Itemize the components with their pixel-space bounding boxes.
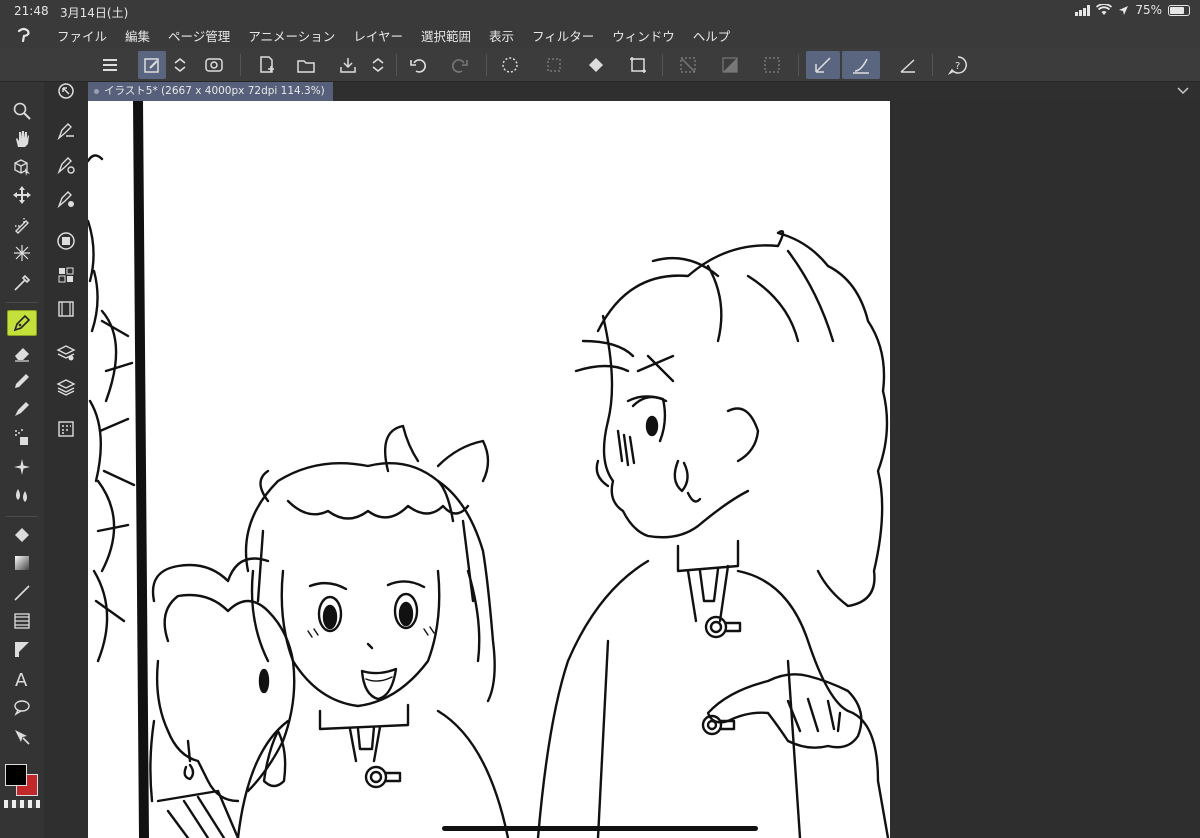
pen-tool-icon[interactable] [7,310,37,336]
status-indicators: 75% [1075,3,1190,17]
tone-area-icon[interactable] [716,51,744,79]
color-set-icon[interactable] [51,262,81,288]
fill-icon[interactable] [582,51,610,79]
home-indicator[interactable] [442,826,758,831]
svg-text:?: ? [955,61,960,72]
hand-tool-icon[interactable] [7,126,37,152]
clear-selection-icon[interactable] [496,51,524,79]
hide-outside-icon[interactable] [674,51,702,79]
menu-animation[interactable]: アニメーション [239,26,344,45]
undo-icon[interactable] [404,51,432,79]
fill-tool-icon[interactable] [7,522,37,548]
blend-tool-icon[interactable] [7,482,37,508]
simple-mode-icon[interactable] [138,51,166,79]
zoom-tool-icon[interactable] [7,98,37,124]
balloon-tool-icon[interactable] [7,694,37,720]
material-icon[interactable] [51,416,81,442]
menu-selection[interactable]: 選択範囲 [412,26,480,45]
transform-icon[interactable] [624,51,652,79]
new-canvas-icon[interactable] [252,51,280,79]
main-menu-icon[interactable] [96,51,124,79]
wifi-icon [1096,4,1113,15]
tool-property-icon[interactable] [51,152,81,178]
document-tab-bar: イラスト5* (2667 x 4000px 72dpi 114.3%) [88,82,1200,101]
tool-panel: A [0,82,44,838]
layer-property-icon[interactable] [51,340,81,366]
snap-to-special-ruler-icon[interactable] [842,51,880,79]
timeline-icon[interactable] [51,296,81,322]
menu-file[interactable]: ファイル [48,26,116,45]
selection-launcher-icon[interactable] [758,51,786,79]
chevron-down-icon[interactable] [1176,85,1190,97]
menu-window[interactable]: ウィンドウ [603,26,684,45]
move-layer-tool-icon[interactable] [7,182,37,208]
operation-tool-icon[interactable] [7,212,37,238]
save-icon[interactable] [334,51,362,79]
location-arrow-icon [1119,5,1129,15]
line-art-illustration [88,101,890,838]
auto-select-tool-icon[interactable] [7,240,37,266]
cellular-signal-icon [1075,4,1091,16]
command-bar: ? [0,48,1200,82]
layer-icon[interactable] [51,374,81,400]
text-tool-icon[interactable]: A [7,666,37,692]
battery-percent: 75% [1135,3,1162,17]
navigator-icon[interactable] [51,78,81,104]
svg-text:A: A [15,670,28,689]
menu-bar: ファイル 編集 ページ管理 アニメーション レイヤー 選択範囲 表示 フィルター… [0,22,1200,48]
canvas-workspace[interactable] [88,101,1200,838]
decoration-tool-icon[interactable] [7,454,37,480]
menu-view[interactable]: 表示 [480,26,523,45]
snap-to-ruler-icon[interactable] [806,51,840,79]
3d-object-tool-icon[interactable] [7,154,37,180]
status-bar: 21:48 3月14日(土) 75% [0,0,1200,22]
subtool-icon[interactable] [51,118,81,144]
open-folder-icon[interactable] [292,51,320,79]
menu-layer[interactable]: レイヤー [344,26,412,45]
battery-icon [1168,4,1190,16]
clip-studio-logo-icon[interactable] [0,22,48,48]
eraser-tool-icon[interactable] [7,340,37,366]
help-icon[interactable]: ? [944,51,972,79]
figure-tool-icon[interactable] [7,580,37,606]
brush-size-panel-icon[interactable] [51,186,81,212]
status-time: 21:48 [14,4,49,18]
airbrush-tool-icon[interactable] [7,424,37,450]
menu-help[interactable]: ヘルプ [684,26,740,45]
frame-border-tool-icon[interactable] [7,608,37,634]
eyedropper-tool-icon[interactable] [7,270,37,296]
transparent-color-swatch[interactable] [4,800,40,808]
drawing-canvas[interactable] [88,101,890,838]
status-date: 3月14日(土) [60,6,129,20]
menu-edit[interactable]: 編集 [116,26,159,45]
gradient-tool-icon[interactable] [7,550,37,576]
companion-mode-icon[interactable] [200,51,228,79]
main-color-swatch[interactable] [5,764,27,786]
marker-tool-icon[interactable] [7,396,37,422]
menu-page[interactable]: ページ管理 [159,26,239,45]
redo-icon[interactable] [446,51,474,79]
color-wheel-icon[interactable] [51,228,81,254]
mode-stepper-icon[interactable] [170,51,190,79]
clear-outside-icon[interactable] [540,51,568,79]
save-stepper-icon[interactable] [368,51,388,79]
correct-line-tool-icon[interactable] [7,724,37,750]
ruler-tool-icon[interactable] [7,636,37,662]
menu-filter[interactable]: フィルター [523,26,603,45]
snap-to-grid-icon[interactable] [894,51,922,79]
pencil-tool-icon[interactable] [7,368,37,394]
sub-panel [44,82,88,838]
document-tab[interactable]: イラスト5* (2667 x 4000px 72dpi 114.3%) [88,82,333,101]
